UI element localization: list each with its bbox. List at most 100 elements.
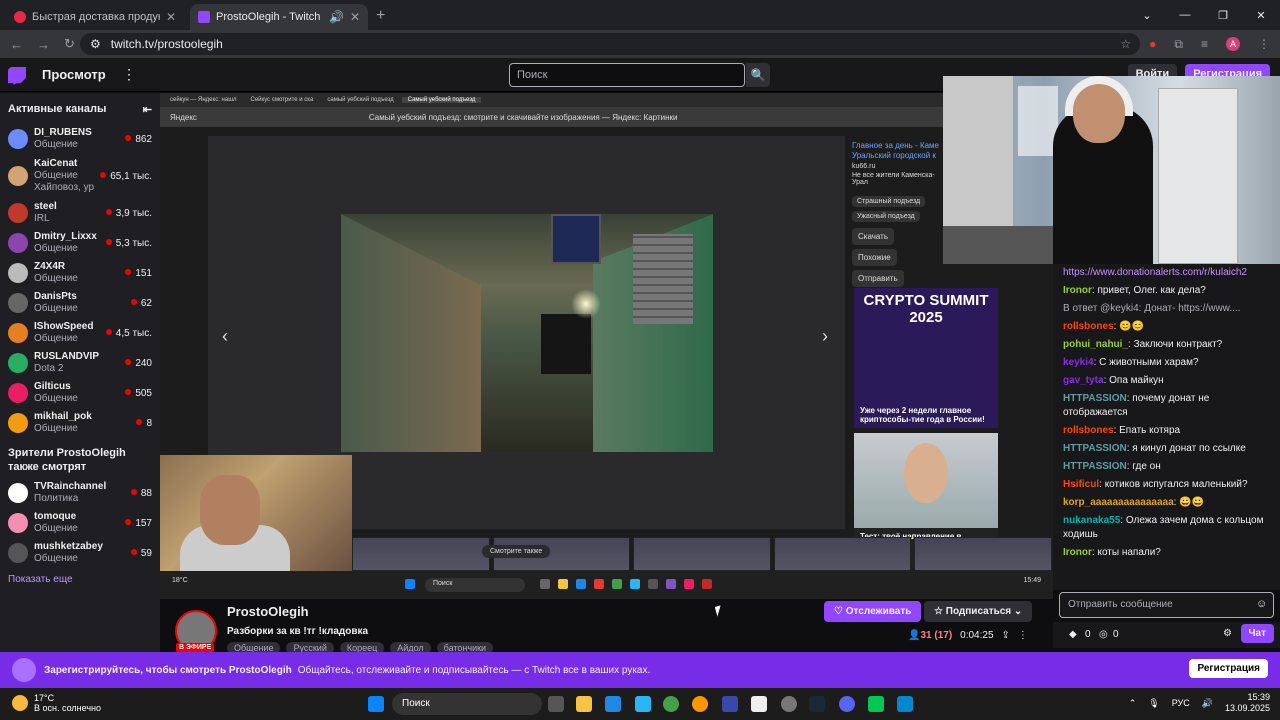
streamer-name[interactable]: ProstoOlegih <box>227 604 309 619</box>
chat-input[interactable]: Отправить сообщение <box>1059 592 1274 618</box>
search-input[interactable]: Поиск <box>509 63 745 87</box>
sidebar-channel-tomoque[interactable]: tomoque Общение 157 <box>0 508 160 538</box>
similar-button: Похожие <box>852 249 897 266</box>
sidebar-channel-gilticus[interactable]: Gilticus Общение 505 <box>0 378 160 408</box>
chat-settings-icon[interactable]: ⚙ <box>1223 628 1232 639</box>
volume-icon[interactable]: 🔊 <box>1202 698 1213 709</box>
weather-widget[interactable]: 17°C В осн. солнечно <box>12 693 101 713</box>
site-info-icon[interactable]: ⚙ <box>90 37 101 51</box>
chat-username[interactable]: rollsbones <box>1063 321 1114 332</box>
viewer-count: 240 <box>125 358 152 369</box>
chat-username[interactable]: nukanaka55 <box>1063 515 1120 526</box>
settings-icon[interactable] <box>781 696 797 712</box>
banner-register-button[interactable]: Регистрация <box>1189 659 1268 678</box>
chat-username[interactable]: HTTPASSION <box>1063 443 1127 454</box>
points-icon[interactable]: ◎ <box>1099 629 1108 640</box>
forward-icon[interactable]: → <box>37 37 50 52</box>
sidebar-channel-mikhail_pok[interactable]: mikhail_pok Общение 8 <box>0 408 160 438</box>
tab-title: ProstoOlegih - Twitch <box>216 11 321 23</box>
restore-button[interactable]: ❐ <box>1204 9 1242 22</box>
clock[interactable]: 15:39 13.09.2025 <box>1225 692 1270 714</box>
stream-tab: Сейкус смотрите и ска <box>250 97 314 103</box>
mic-icon[interactable]: 🎙 <box>1148 698 1159 709</box>
chart-app-icon[interactable] <box>722 696 738 712</box>
twitch-logo-icon[interactable] <box>8 67 26 85</box>
sidebar-channel-mushketzabey[interactable]: mushketzabey Общение 59 <box>0 538 160 568</box>
telegram-icon[interactable] <box>635 696 651 712</box>
chat-username[interactable]: Ironor <box>1063 547 1092 558</box>
browser-tab-yandex-eda[interactable]: Быстрая доставка продуктов ✕ <box>6 4 184 30</box>
discord-icon[interactable] <box>839 696 855 712</box>
chat-username[interactable]: HTTPASSION <box>1063 393 1127 404</box>
tab-search-icon[interactable]: ⌄ <box>1128 9 1166 22</box>
taskbar-search[interactable]: Поиск <box>392 693 542 715</box>
follow-button[interactable]: ♡ Отслеживать <box>824 601 922 622</box>
also-watch-title: Зрители ProstoOlegih также смотрят <box>8 447 126 473</box>
collapse-sidebar-icon[interactable]: ⇤ <box>143 103 152 116</box>
sidebar-channel-dmitry_lixxx[interactable]: Dmitry_Lixxx Общение 5,3 тыс. <box>0 228 160 258</box>
more-options-icon[interactable]: ⋮ <box>1018 630 1028 641</box>
channel-category: Общение <box>34 170 78 181</box>
bits-icon[interactable]: ◆ <box>1069 629 1077 640</box>
sidebar-channel-danispts[interactable]: DanisPts Общение 62 <box>0 288 160 318</box>
show-more-link[interactable]: Показать еще <box>0 568 160 591</box>
chat-username[interactable]: korp_aaaaaaaaaaaaaaa <box>1063 497 1174 508</box>
address-bar[interactable]: ⚙ twitch.tv/prostoolegih <box>80 33 1140 55</box>
browse-link[interactable]: Просмотр <box>42 67 106 82</box>
sidebar-channel-ishowspeed[interactable]: IShowSpeed Общение 4,5 тыс. <box>0 318 160 348</box>
language-indicator[interactable]: РУС <box>1172 698 1190 708</box>
emote-picker-icon[interactable]: ☺ <box>1256 598 1267 610</box>
close-window-button[interactable]: ✕ <box>1242 9 1280 22</box>
close-tab-icon[interactable]: ✕ <box>350 10 360 24</box>
app-icon[interactable] <box>692 696 708 712</box>
app-icon[interactable] <box>751 696 767 712</box>
close-tab-icon[interactable]: ✕ <box>166 10 176 24</box>
viewers-extra: (17) <box>934 630 953 641</box>
speaker-icon[interactable]: 🔊 <box>329 10 344 24</box>
app-icon[interactable] <box>897 696 913 712</box>
new-tab-button[interactable]: + <box>376 7 385 25</box>
start-icon[interactable] <box>368 696 384 712</box>
extension-red-icon[interactable]: ● <box>1149 37 1156 51</box>
sidebar-channel-z4x4r[interactable]: Z4X4R Общение 151 <box>0 258 160 288</box>
back-icon[interactable]: ← <box>10 37 23 52</box>
chat-username[interactable]: pohui_nahui_ <box>1063 339 1128 350</box>
task-view-icon[interactable] <box>548 696 564 712</box>
chat-username[interactable]: Hsificul <box>1063 479 1099 490</box>
channel-category: Политика <box>34 493 79 504</box>
sidebar-channel-steel[interactable]: steel IRL 3,9 тыс. <box>0 198 160 228</box>
extensions-icon[interactable]: ⧉ <box>1174 37 1183 52</box>
subscribe-button[interactable]: ☆ Подписаться ⌄ <box>924 601 1033 622</box>
sidebar-channel-ruslandvip[interactable]: RUSLANDVIP Dota 2 240 <box>0 348 160 378</box>
sidebar-channel-tvrainchannel[interactable]: TVRainchannel Политика 88 <box>0 478 160 508</box>
video-player[interactable]: сейкун — Яндекс: нашл Сейкус смотрите и … <box>160 93 1053 599</box>
sidebar-channel-di_rubens[interactable]: DI_RUBENS Общение 862 <box>0 124 160 154</box>
chrome-icon[interactable] <box>663 696 679 712</box>
share-icon[interactable]: ⇪ <box>1002 630 1010 641</box>
channel-avatar <box>8 513 28 533</box>
toolbar-right: ☆ ● ⧉ ≡ A ⋮ <box>1120 30 1270 58</box>
reload-icon[interactable]: ↻ <box>64 36 75 52</box>
explorer-icon[interactable] <box>576 696 592 712</box>
chat-username[interactable]: rollsbones <box>1063 425 1114 436</box>
notes-icon[interactable] <box>868 696 884 712</box>
bookmark-star-icon[interactable]: ☆ <box>1120 37 1131 51</box>
search-icon[interactable]: 🔍 <box>746 63 770 87</box>
tray-chevron-icon[interactable]: ⌃ <box>1129 698 1137 709</box>
menu-icon[interactable]: ⋮ <box>1258 37 1270 51</box>
chat-username[interactable]: HTTPASSION <box>1063 461 1127 472</box>
chat-username[interactable]: keyki4 <box>1063 357 1094 368</box>
chat-username[interactable]: Ironor <box>1063 285 1092 296</box>
sidebar-channel-kaicenat[interactable]: KaiCenatОбщениеХайповоз, уровень 16 65,1 … <box>0 154 160 198</box>
clock-date: 13.09.2025 <box>1224 703 1270 713</box>
chat-username[interactable]: gav_tyta <box>1063 375 1104 386</box>
profile-avatar[interactable]: A <box>1226 37 1240 51</box>
minimize-button[interactable]: — <box>1166 9 1204 21</box>
edge-icon[interactable] <box>605 696 621 712</box>
more-menu-icon[interactable]: ⋮ <box>122 66 136 83</box>
chat-send-button[interactable]: Чат <box>1240 624 1274 643</box>
live-badge: В ЭФИРЕ <box>176 643 215 652</box>
media-controls-icon[interactable]: ≡ <box>1201 37 1208 51</box>
steam-icon[interactable] <box>809 696 825 712</box>
browser-tab-twitch[interactable]: ProstoOlegih - Twitch 🔊 ✕ <box>190 4 368 30</box>
